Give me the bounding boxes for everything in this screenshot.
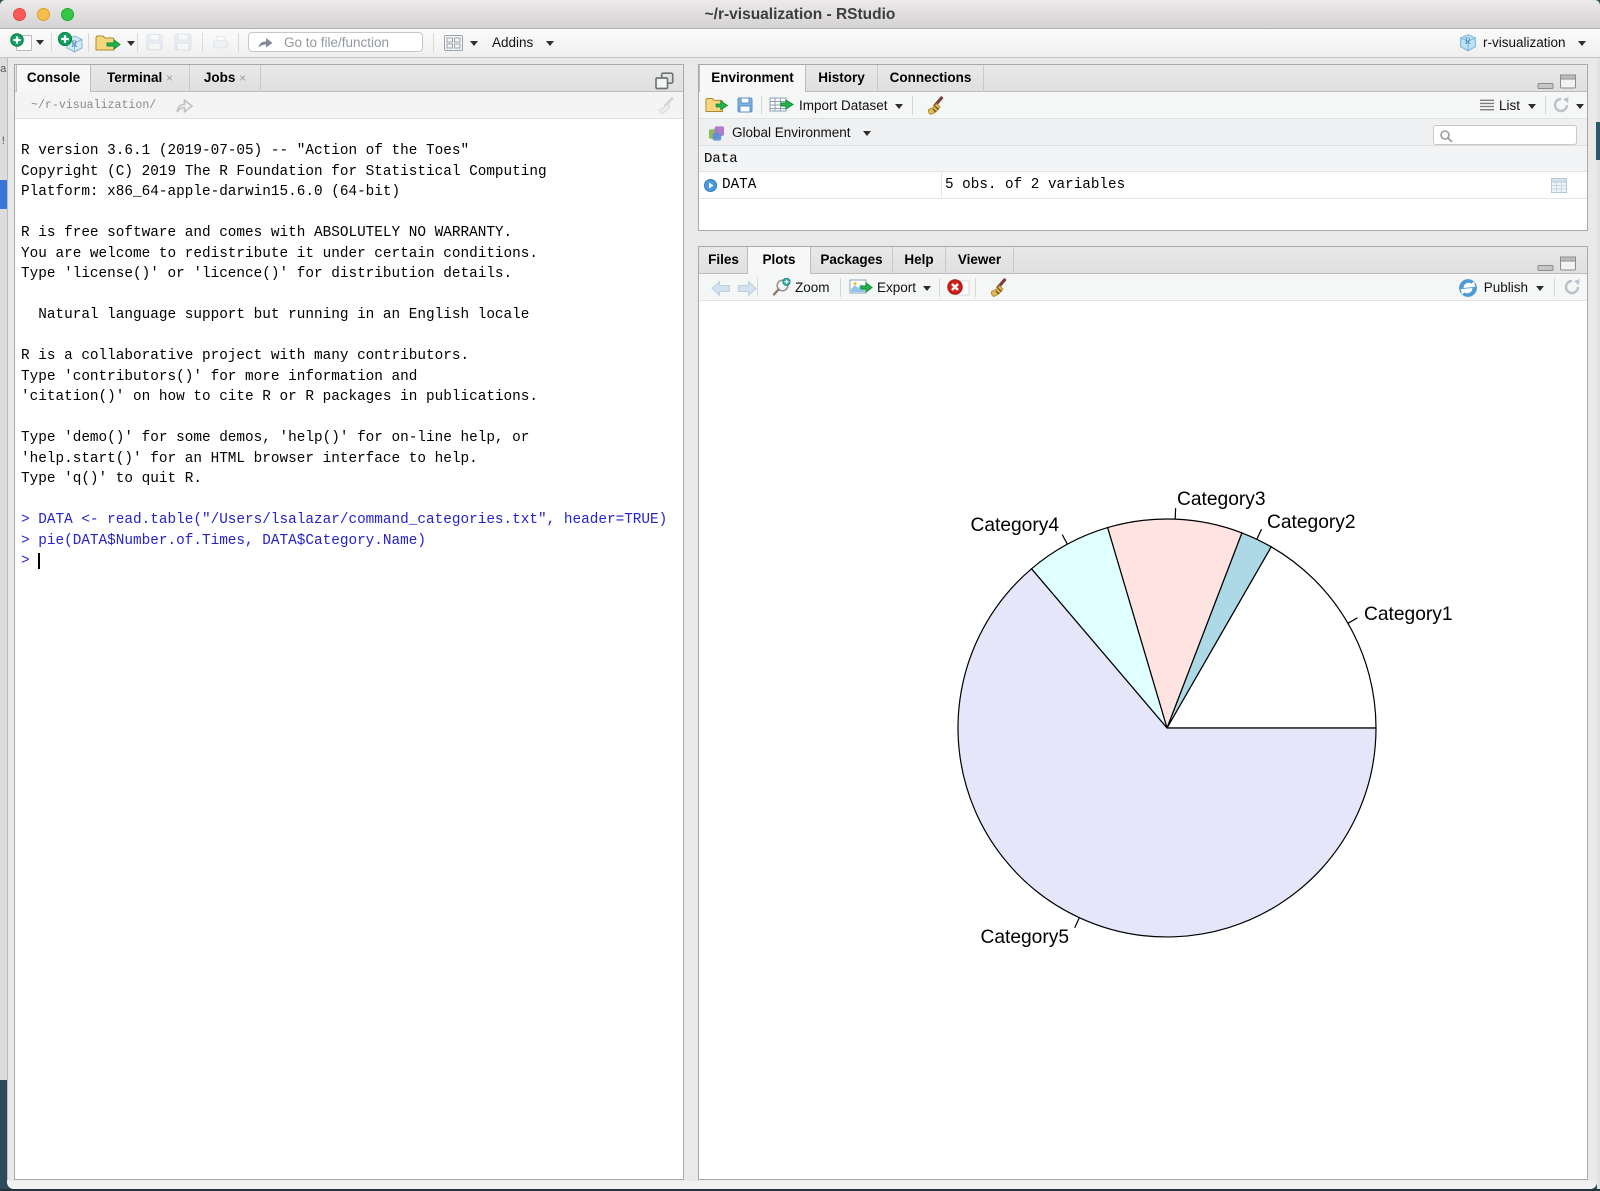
svg-text:R: R: [72, 39, 78, 49]
svg-text:Category1: Category1: [1364, 604, 1453, 625]
svg-text:R: R: [1465, 36, 1472, 46]
svg-text:Category5: Category5: [980, 927, 1069, 948]
svg-text:Category3: Category3: [1177, 489, 1266, 510]
svg-text:Category2: Category2: [1267, 512, 1356, 533]
svg-text:Category4: Category4: [970, 515, 1059, 536]
